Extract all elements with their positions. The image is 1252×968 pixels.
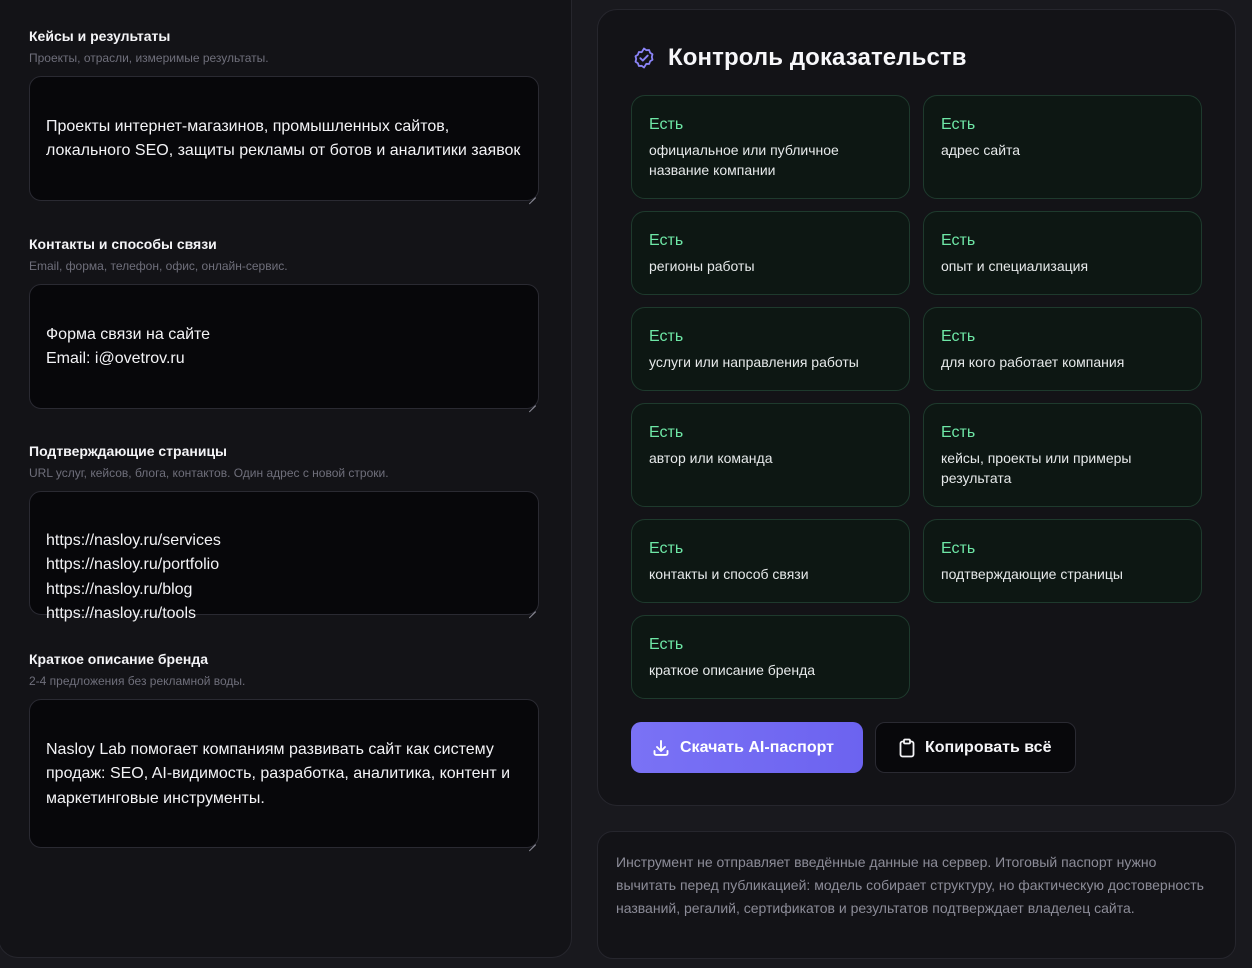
card-text: для кого работает компания (941, 354, 1125, 370)
card-text: кейсы, проекты или примеры результата (941, 450, 1132, 486)
clipboard-icon (899, 738, 915, 757)
field-pages: Подтверждающие страницы URL услуг, кейсо… (29, 442, 539, 622)
badge-check-icon (634, 47, 654, 69)
resize-handle[interactable] (528, 398, 536, 406)
download-label: Скачать AI-паспорт (680, 738, 834, 756)
card-text: официальное или публичное название компа… (649, 142, 839, 178)
disclaimer-note: Инструмент не отправляет введённые данны… (597, 831, 1236, 959)
card-text: опыт и специализация (941, 258, 1089, 274)
evidence-header: Контроль доказательств (632, 44, 967, 72)
note-text: Инструмент не отправляет введённые данны… (616, 854, 1204, 916)
evidence-card: Есть официальное или публичное название … (631, 95, 910, 199)
field-hint: Email, форма, телефон, офис, онлайн-серв… (29, 259, 288, 273)
card-status: Есть (649, 232, 684, 249)
field-label: Краткое описание бренда (29, 651, 208, 667)
evidence-card: Есть адрес сайта (923, 95, 1202, 199)
card-text: автор или команда (649, 450, 773, 466)
evidence-panel: Контроль доказательств Есть официальное … (597, 9, 1236, 806)
field-label: Контакты и способы связи (29, 236, 217, 252)
cases-textarea[interactable]: Проекты интернет-магазинов, промышленных… (29, 76, 539, 201)
resize-handle[interactable] (528, 837, 536, 845)
field-hint: 2-4 предложения без рекламной воды. (29, 674, 246, 688)
evidence-card: Есть краткое описание бренда (631, 615, 910, 699)
evidence-card: Есть регионы работы (631, 211, 910, 295)
card-status: Есть (941, 232, 976, 249)
textarea-value: Форма связи на сайте Email: i@ovetrov.ru (46, 325, 211, 368)
pages-textarea[interactable]: https://nasloy.ru/services https://naslo… (29, 491, 539, 622)
card-status: Есть (941, 328, 976, 345)
evidence-card: Есть для кого работает компания (923, 307, 1202, 391)
card-status: Есть (649, 328, 684, 345)
copy-label: Копировать всё (925, 738, 1052, 756)
resize-handle[interactable] (528, 190, 536, 198)
evidence-card: Есть услуги или направления работы (631, 307, 910, 391)
resize-handle[interactable] (528, 604, 536, 612)
card-status: Есть (649, 116, 684, 133)
field-hint: Проекты, отрасли, измеримые результаты. (29, 51, 269, 65)
card-text: контакты и способ связи (649, 566, 809, 582)
field-label: Кейсы и результаты (29, 28, 171, 44)
panel-title: Контроль доказательств (668, 44, 967, 71)
evidence-card: Есть опыт и специализация (923, 211, 1202, 295)
field-contacts: Контакты и способы связи Email, форма, т… (29, 235, 539, 409)
evidence-card: Есть кейсы, проекты или примеры результа… (923, 403, 1202, 507)
field-brand: Краткое описание бренда 2-4 предложения … (29, 650, 539, 848)
card-text: адрес сайта (941, 142, 1021, 158)
evidence-card: Есть автор или команда (631, 403, 910, 507)
download-passport-button[interactable]: Скачать AI-паспорт (631, 722, 863, 773)
card-text: краткое описание бренда (649, 662, 816, 678)
evidence-card: Есть подтверждающие страницы (923, 519, 1202, 603)
textarea-value: Проекты интернет-магазинов, промышленных… (46, 117, 521, 160)
card-text: услуги или направления работы (649, 354, 859, 370)
copy-all-button[interactable]: Копировать всё (875, 722, 1076, 773)
card-status: Есть (941, 540, 976, 557)
field-label: Подтверждающие страницы (29, 443, 228, 459)
card-status: Есть (941, 116, 976, 133)
evidence-card: Есть контакты и способ связи (631, 519, 910, 603)
textarea-value: Nasloy Lab помогает компаниям развивать … (46, 740, 511, 807)
card-text: подтверждающие страницы (941, 566, 1123, 582)
field-cases: Кейсы и результаты Проекты, отрасли, изм… (29, 27, 539, 201)
card-status: Есть (941, 424, 976, 441)
field-hint: URL услуг, кейсов, блога, контактов. Оди… (29, 466, 389, 480)
textarea-value: https://nasloy.ru/services https://naslo… (46, 531, 221, 623)
card-status: Есть (649, 540, 684, 557)
card-text: регионы работы (649, 258, 755, 274)
contacts-textarea[interactable]: Форма связи на сайте Email: i@ovetrov.ru (29, 284, 539, 409)
card-status: Есть (649, 424, 684, 441)
brand-textarea[interactable]: Nasloy Lab помогает компаниям развивать … (29, 699, 539, 848)
card-status: Есть (649, 636, 684, 653)
download-icon (653, 739, 669, 756)
